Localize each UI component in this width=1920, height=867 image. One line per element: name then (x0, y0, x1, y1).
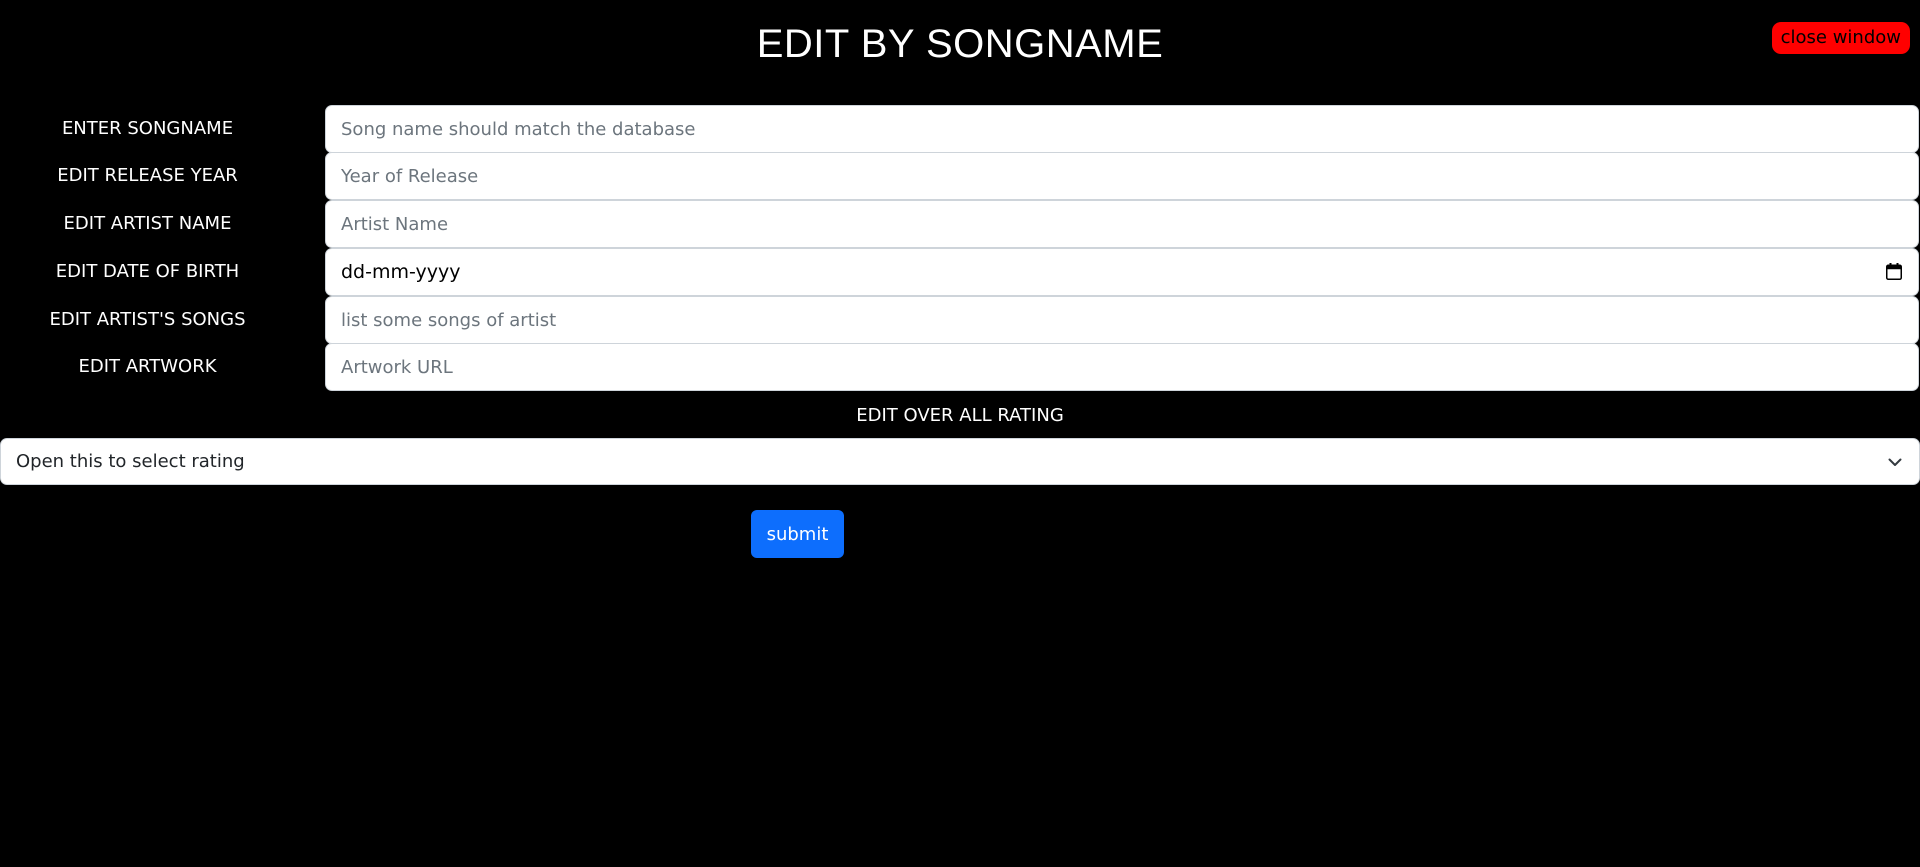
artwork-row: EDIT ARTWORK (0, 343, 1920, 391)
artist-songs-input[interactable] (325, 296, 1919, 344)
artwork-input[interactable] (325, 343, 1919, 391)
release-year-label: EDIT RELEASE YEAR (57, 165, 238, 186)
rating-select[interactable]: Open this to select rating (0, 438, 1920, 485)
artwork-label: EDIT ARTWORK (78, 356, 217, 377)
release-year-input[interactable] (325, 152, 1919, 200)
artist-songs-row: EDIT ARTIST'S SONGS (0, 296, 1920, 344)
artist-name-input[interactable] (325, 200, 1919, 248)
release-year-row: EDIT RELEASE YEAR (0, 152, 1920, 200)
date-of-birth-row: EDIT DATE OF BIRTH dd-mm-yyyy (0, 248, 1920, 296)
artist-name-row: EDIT ARTIST NAME (0, 200, 1920, 248)
close-window-button[interactable]: close window (1771, 22, 1910, 54)
chevron-down-icon (1888, 458, 1902, 466)
date-of-birth-display: dd-mm-yyyy (341, 261, 461, 283)
page-title: EDIT BY SONGNAME (756, 22, 1164, 66)
artist-songs-label: EDIT ARTIST'S SONGS (49, 309, 246, 330)
submit-button[interactable]: submit (751, 510, 844, 558)
songname-label: ENTER SONGNAME (61, 118, 234, 139)
songname-row: ENTER SONGNAME (0, 105, 1920, 153)
artist-name-label: EDIT ARTIST NAME (63, 213, 232, 234)
edit-song-page: EDIT BY SONGNAME close window ENTER SONG… (0, 0, 1920, 867)
songname-input[interactable] (325, 105, 1919, 153)
date-of-birth-input[interactable]: dd-mm-yyyy (325, 248, 1919, 296)
calendar-icon[interactable] (1886, 263, 1902, 280)
rating-selected-value: Open this to select rating (16, 451, 245, 472)
date-of-birth-label: EDIT DATE OF BIRTH (55, 261, 240, 282)
rating-label: EDIT OVER ALL RATING (856, 405, 1064, 426)
